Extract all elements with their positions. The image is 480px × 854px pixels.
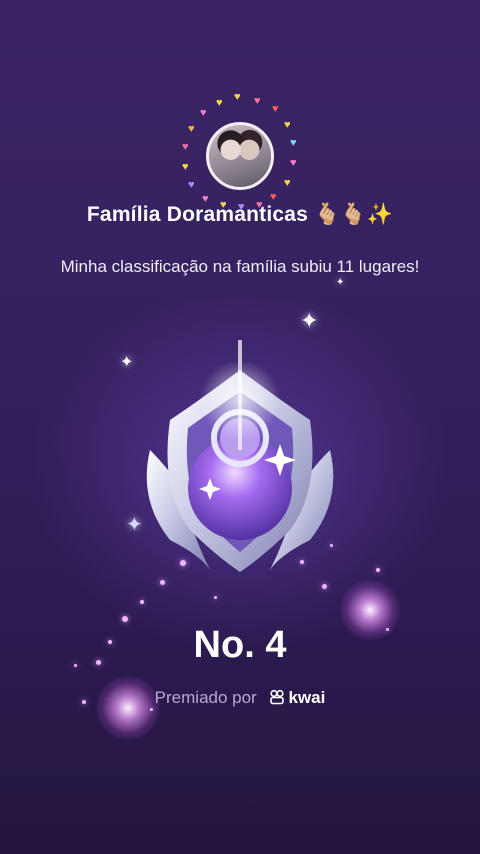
light-particle	[180, 560, 186, 566]
heart-decoration: ♥	[216, 97, 223, 109]
heart-decoration: ♥	[182, 161, 189, 173]
light-particle	[330, 544, 333, 547]
family-name: Família Doramanticas 🫰🏼🫰🏼✨	[86, 203, 394, 226]
light-particle	[122, 616, 128, 622]
light-particle	[322, 584, 327, 589]
heart-decoration: ♥	[290, 137, 297, 149]
sparkle-icon: ✦	[336, 277, 345, 288]
heart-decoration: ♥	[272, 103, 279, 115]
heart-decoration: ♥	[234, 91, 241, 103]
avatar-heart-ring: ♥ ♥ ♥ ♥ ♥ ♥ ♥ ♥ ♥ ♥ ♥ ♥ ♥ ♥ ♥ ♥ ♥ ♥	[170, 90, 310, 220]
heart-decoration: ♥	[270, 191, 277, 203]
light-particle	[300, 560, 304, 564]
heart-decoration: ♥	[200, 107, 207, 119]
light-particle	[376, 568, 380, 572]
light-particle	[160, 580, 165, 585]
sparkle-icon: ✦	[300, 308, 319, 333]
kwai-logo-icon	[270, 689, 285, 705]
rank-medal-icon	[146, 340, 334, 572]
heart-decoration: ♥	[188, 123, 195, 135]
heart-decoration: ♥	[254, 95, 261, 107]
heart-decoration: ♥	[188, 179, 195, 191]
family-rank-share-card: ♥ ♥ ♥ ♥ ♥ ♥ ♥ ♥ ♥ ♥ ♥ ♥ ♥ ♥ ♥ ♥ ♥ ♥ Famí…	[0, 0, 480, 854]
kwai-brand-name: kwai	[288, 688, 326, 707]
heart-decoration: ♥	[284, 119, 291, 131]
awarded-by: Premiado por kwai	[0, 688, 480, 708]
light-particle	[140, 600, 144, 604]
light-particle	[214, 596, 217, 599]
light-particle	[150, 708, 153, 711]
rank-number: No. 4	[193, 624, 287, 666]
heart-decoration: ♥	[290, 157, 297, 169]
heart-decoration: ♥	[182, 141, 189, 153]
awarded-by-label: Premiado por	[154, 688, 257, 707]
heart-decoration: ♥	[284, 177, 291, 189]
rank-up-message: Minha classificação na família subiu 11 …	[60, 257, 420, 276]
family-avatar[interactable]	[206, 122, 274, 190]
